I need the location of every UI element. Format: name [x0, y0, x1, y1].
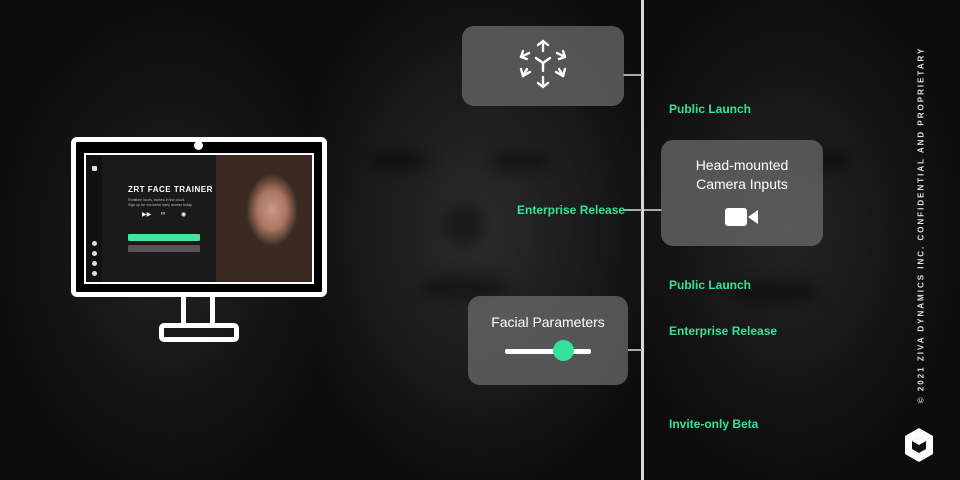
- timeline-tick: [628, 349, 642, 351]
- timeline-tick: [623, 74, 642, 76]
- screen-infinity-icon: ∞: [161, 211, 166, 217]
- slider-track: [505, 349, 591, 354]
- monitor-stand-base: [159, 323, 239, 342]
- screen-logo-icon: [92, 166, 97, 171]
- slider-icon: [505, 340, 591, 362]
- screen-subtitle-1: Realtime faces, trained in the cloud.: [128, 198, 186, 202]
- label-invite-beta: Invite-only Beta: [669, 417, 759, 431]
- ziva-logo-icon: [904, 427, 934, 468]
- label-public-launch-2: Public Launch: [669, 278, 752, 292]
- facial-card-title: Facial Parameters: [491, 314, 605, 330]
- slider-knob: [553, 340, 574, 361]
- screen-forward-icon: ▶▶: [142, 212, 152, 218]
- bg-eye-left: [370, 150, 430, 172]
- bg-nose: [445, 205, 485, 245]
- screen-sidebar: [86, 155, 102, 282]
- screen-nav-icon: [92, 241, 97, 246]
- monitor-camera-dot: [194, 141, 203, 150]
- screen-title: ZRT FACE TRAINER: [128, 185, 213, 194]
- screen-subtitle-2: Sign up for exclusive early access today…: [128, 203, 193, 207]
- label-enterprise-release-right: Enterprise Release: [669, 324, 778, 338]
- top-feature-card: [462, 26, 624, 106]
- timeline-tick: [644, 209, 662, 211]
- screen-nav-icon: [92, 271, 97, 276]
- copyright-text: © 2021 ZIVA DYNAMICS INC. CONFIDENTIAL A…: [916, 46, 926, 404]
- expand-cube-icon: [519, 39, 567, 94]
- label-enterprise-release-left: Enterprise Release: [517, 203, 626, 217]
- screen-secondary-button: [128, 245, 200, 252]
- timeline-tick: [623, 209, 642, 211]
- head-mounted-camera-card: Head-mounted Camera Inputs: [661, 140, 823, 246]
- screen-request-button: [128, 234, 200, 241]
- timeline-line: [641, 0, 644, 480]
- camera-card-title: Head-mounted Camera Inputs: [695, 156, 789, 192]
- video-camera-icon: [725, 207, 759, 231]
- screen-nav-icon: [92, 261, 97, 266]
- copyright-vertical: © 2021 ZIVA DYNAMICS INC. CONFIDENTIAL A…: [912, 47, 930, 404]
- screen-face-photo: [216, 155, 312, 282]
- facial-parameters-card: Facial Parameters: [468, 296, 628, 385]
- screen-eye-icon: ◉: [181, 212, 187, 218]
- label-public-launch-1: Public Launch: [669, 102, 752, 116]
- screen-nav-icon: [92, 251, 97, 256]
- bg-eye-right: [490, 150, 550, 172]
- monitor-screen: ZRT FACE TRAINER Realtime faces, trained…: [84, 153, 314, 284]
